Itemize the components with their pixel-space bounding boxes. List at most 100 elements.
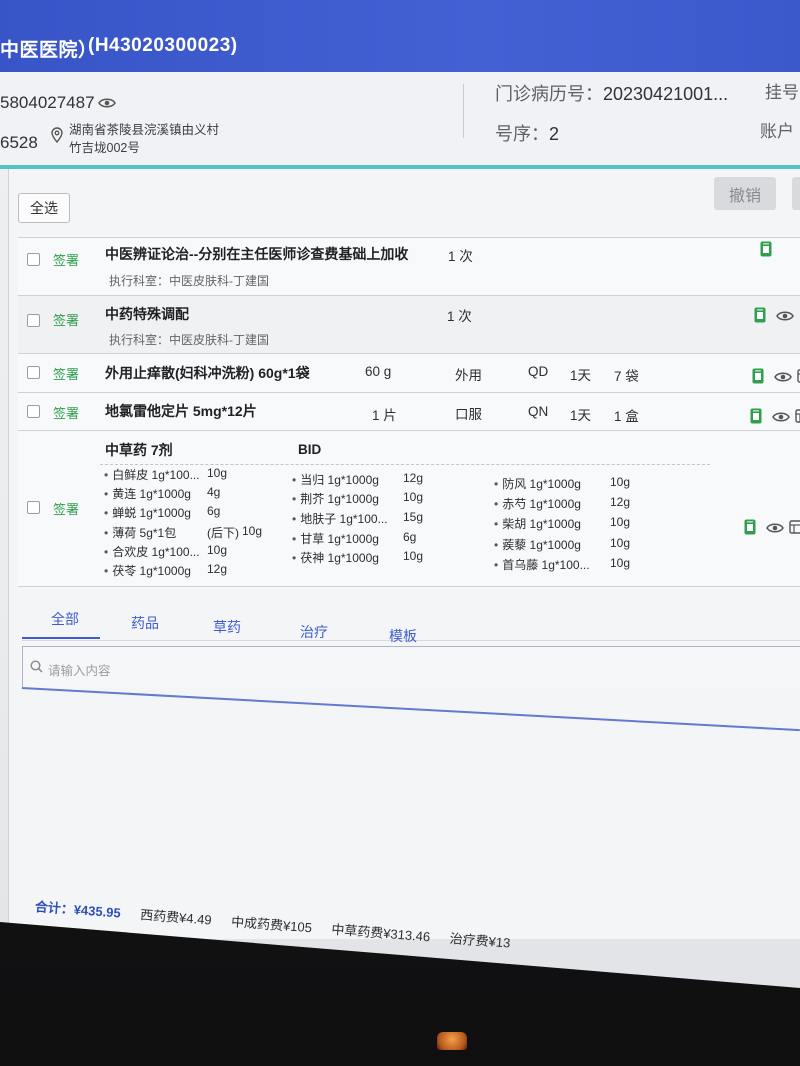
herb-dose: 15g [403, 510, 424, 524]
prescription-icon[interactable] [744, 519, 756, 540]
herb-dose: 6g [403, 530, 417, 544]
row-checkbox[interactable] [27, 253, 40, 266]
sign-link[interactable]: 签署 [53, 403, 79, 422]
table-icon[interactable] [789, 520, 800, 539]
queue-label: 号序： [495, 124, 549, 144]
search-icon [30, 660, 43, 678]
fee-treatment: 治疗费¥13 [449, 930, 511, 951]
order-quantity: 1 盒 [614, 409, 639, 424]
screen: 中医医院） (H43020300023) 5804027487 6528 湖南省… [0, 0, 800, 1066]
order-quantity: 7 袋 [614, 369, 639, 384]
order-department: 执行科室：中医皮肤科-丁建国 [109, 333, 269, 347]
herb-dose: 12g [403, 471, 424, 485]
herb-item: • 黄连 1g*1000g [104, 487, 191, 501]
order-dose: 1 片 [372, 408, 397, 423]
order-dose: 60 g [365, 364, 392, 379]
herb-dose: 12g [207, 562, 228, 576]
sign-link[interactable]: 签署 [53, 499, 79, 518]
table-icon[interactable] [795, 409, 800, 428]
eye-icon[interactable] [774, 370, 792, 388]
hospital-code: (H43020300023) [88, 35, 238, 56]
herbal-title: 中草药 7剂 [105, 442, 173, 458]
order-row[interactable]: 签署 中药特殊调配 1 次 执行科室：中医皮肤科-丁建国 [18, 296, 800, 354]
order-quantity: 1 次 [447, 309, 472, 324]
undo-button[interactable]: 撤销 [714, 177, 776, 210]
order-quantity: 1 次 [448, 249, 473, 264]
row-checkbox[interactable] [27, 405, 40, 418]
order-days: 1天 [570, 368, 592, 383]
hospital-name: 中医医院） [0, 40, 98, 61]
prescription-icon[interactable] [760, 241, 772, 262]
order-name: 地氯雷他定片 5mg*12片 [105, 403, 257, 419]
tab-herbs[interactable]: 草药 [213, 617, 241, 637]
record-number: 门诊病历号：20230421001... [495, 80, 728, 106]
order-table: 签署 中医辨证论治--分别在主任医师诊查费基础上加收 1 次 执行科室：中医皮肤… [18, 237, 800, 587]
address-line-1: 湖南省茶陵县浣溪镇由义村 [69, 123, 220, 137]
prescription-icon[interactable] [750, 408, 762, 429]
order-frequency: QN [528, 404, 549, 419]
row-checkbox[interactable] [27, 314, 40, 327]
herb-item: • 蒺藜 1g*1000g [494, 538, 581, 552]
order-row[interactable]: 签署 外用止痒散(妇科冲洗粉) 60g*1袋 60 g 外用 QD 1天 7 袋 [18, 354, 800, 393]
patient-phone: 5804027487 [0, 93, 95, 112]
eye-icon[interactable] [772, 410, 790, 428]
herb-item: • 首乌藤 1g*100... [494, 558, 590, 572]
herb-item: • 茯神 1g*1000g [292, 551, 379, 565]
location-pin-icon [51, 127, 63, 148]
order-department: 执行科室：中医皮肤科-丁建国 [109, 274, 269, 288]
order-name: 中医辨证论治--分别在主任医师诊查费基础上加收 [105, 246, 409, 262]
herb-item: • 甘草 1g*1000g [292, 532, 379, 546]
herb-item: • 白鲜皮 1g*100... [104, 468, 200, 482]
total-label: 合计： [34, 899, 75, 917]
prescription-icon[interactable] [752, 368, 764, 389]
herb-note: (后下) [207, 526, 239, 540]
row-checkbox[interactable] [27, 366, 40, 379]
patient-id-tail: 6528 [0, 133, 38, 152]
select-all-button[interactable]: 全选 [18, 193, 70, 223]
order-route: 口服 [455, 407, 482, 422]
herbal-order-row[interactable]: 签署 中草药 7剂 BID • 白鲜皮 1g*100... 10g • 黄连 1g*… [18, 431, 800, 587]
herb-item: • 当归 1g*1000g [292, 473, 379, 487]
herb-item: • 茯苓 1g*1000g [104, 564, 191, 578]
tab-drugs[interactable]: 药品 [131, 613, 159, 633]
row-checkbox[interactable] [27, 501, 40, 514]
herb-dose: 10g [403, 490, 424, 504]
herb-dose: 4g [207, 485, 221, 499]
more-button[interactable] [792, 177, 800, 210]
eye-icon[interactable] [766, 521, 784, 539]
account-label: 账户 [760, 122, 794, 141]
sign-link[interactable]: 签署 [53, 310, 79, 329]
herb-item: • 荆芥 1g*1000g [292, 492, 379, 506]
order-row[interactable]: 签署 中医辨证论治--分别在主任医师诊查费基础上加收 1 次 执行科室：中医皮肤… [18, 238, 800, 296]
tab-templates[interactable]: 模板 [389, 626, 417, 646]
herb-dose: 10g [610, 475, 631, 489]
order-name: 外用止痒散(妇科冲洗粉) 60g*1袋 [105, 365, 310, 381]
prescription-icon[interactable] [754, 307, 766, 328]
address-line-2: 竹吉垅002号 [69, 141, 140, 155]
herb-item: • 地肤子 1g*100... [292, 512, 388, 526]
herb-item: • 赤芍 1g*1000g [494, 497, 581, 511]
tab-all[interactable]: 全部 [51, 609, 79, 629]
order-days: 1天 [570, 408, 592, 423]
order-route: 外用 [455, 368, 482, 383]
monitor-logo [437, 1032, 467, 1050]
eye-icon[interactable] [776, 309, 794, 327]
herb-dose: 10g [610, 515, 631, 529]
herb-dose: 10g [242, 524, 263, 538]
record-label: 门诊病历号： [495, 84, 603, 104]
sign-link[interactable]: 签署 [53, 250, 79, 269]
sign-link[interactable]: 签署 [53, 364, 79, 383]
order-row[interactable]: 签署 地氯雷他定片 5mg*12片 1 片 口服 QN 1天 1 盒 [18, 393, 800, 431]
divider [100, 464, 710, 465]
herb-item: • 柴胡 1g*1000g [494, 517, 581, 531]
herb-dose: 10g [207, 543, 228, 557]
eye-icon[interactable] [98, 96, 116, 114]
registration-label: 挂号 [765, 83, 799, 102]
order-frequency: QD [528, 364, 549, 379]
herb-item: • 薄荷 5g*1包 [104, 526, 177, 540]
fee-herbal: 中草药费¥313.46 [330, 921, 431, 945]
search-input[interactable] [22, 646, 800, 687]
record-value: 20230421001... [603, 84, 729, 104]
total-value: ¥435.95 [73, 902, 122, 921]
tab-treatment[interactable]: 治疗 [300, 622, 328, 642]
